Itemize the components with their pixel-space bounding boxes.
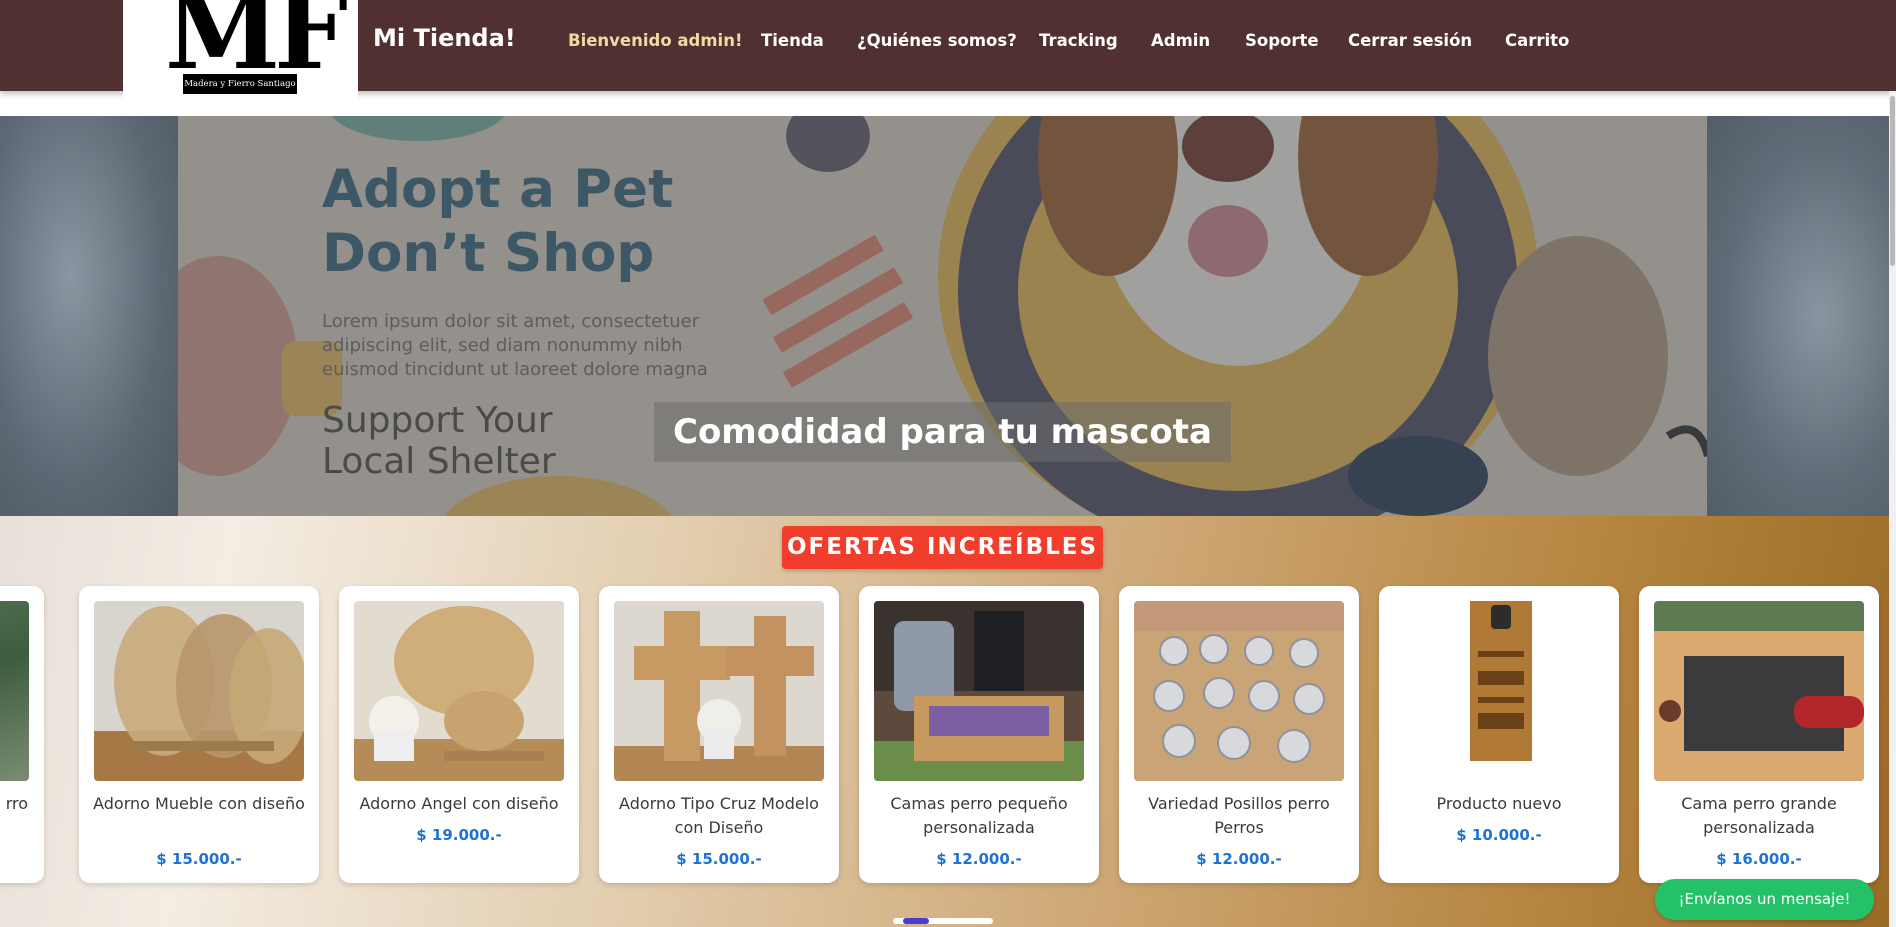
product-card[interactable]: Adorno Angel con diseño $ 19.000.- (339, 586, 579, 883)
product-card[interactable]: rro (0, 586, 44, 883)
product-name: Adorno Angel con diseño (359, 794, 559, 813)
product-name: Adorno Mueble con diseño (93, 794, 305, 813)
logo-letters: MF (165, 0, 348, 93)
product-image (354, 601, 564, 781)
product-image (1394, 601, 1604, 781)
product-photo-adorno-mueble (94, 601, 304, 781)
product-image (0, 601, 29, 781)
product-name: Camas perro pequeño personalizada (890, 794, 1068, 837)
nav-quienes-somos[interactable]: ¿Quiénes somos? (857, 31, 1017, 50)
product-name: rro (5, 794, 28, 813)
nav-welcome-admin[interactable]: Bienvenido admin! (568, 31, 742, 50)
product-card[interactable]: Camas perro pequeño personalizada $ 12.0… (859, 586, 1099, 883)
product-name: Producto nuevo (1436, 794, 1562, 813)
nav-admin[interactable]: Admin (1151, 31, 1210, 50)
banner-subheading: Support Your Local Shelter (322, 400, 556, 482)
product-image (874, 601, 1084, 781)
product-price: $ 12.000.- (936, 850, 1022, 868)
nav-carrito[interactable]: Carrito (1505, 31, 1569, 50)
product-image (94, 601, 304, 781)
nav-cerrar-sesion[interactable]: Cerrar sesión (1348, 31, 1472, 50)
product-price: $ 19.000.- (416, 826, 502, 844)
store-brand[interactable]: Mi Tienda! (373, 24, 516, 52)
product-image (614, 601, 824, 781)
product-price: $ 12.000.- (1196, 850, 1282, 868)
product-name: Variedad Posillos perro Perros (1148, 794, 1330, 837)
product-price: $ 15.000.- (156, 850, 242, 868)
nav-tracking[interactable]: Tracking (1039, 31, 1118, 50)
store-logo[interactable]: MF Madera y Fierro Santiago (123, 0, 358, 113)
product-card[interactable]: Cama perro grande personalizada $ 16.000… (1639, 586, 1879, 883)
chat-message-button[interactable]: ¡Envíanos un mensaje! (1655, 879, 1874, 920)
banner-body-text: Lorem ipsum dolor sit amet, consectetuer… (322, 311, 708, 380)
product-photo-adorno-angel (354, 601, 564, 781)
product-photo-producto-nuevo (1394, 601, 1604, 781)
product-photo-adorno-cruz (614, 601, 824, 781)
product-card[interactable]: Adorno Mueble con diseño $ 15.000.- (79, 586, 319, 883)
offers-title: OFERTAS INCREÍBLES (782, 526, 1103, 569)
product-price: $ 16.000.- (1716, 850, 1802, 868)
product-price: $ 15.000.- (676, 850, 762, 868)
product-photo-cama-perro-grande (1654, 601, 1864, 781)
logo-subtitle: Madera y Fierro Santiago (183, 74, 297, 94)
nav-tienda[interactable]: Tienda (761, 31, 824, 50)
product-photo-posillos-perro (1134, 601, 1344, 781)
offers-section: OFERTAS INCREÍBLES rro Adorno Mueble con… (0, 516, 1896, 927)
product-name: Adorno Tipo Cruz Modelo con Diseño (619, 794, 819, 837)
product-image (1654, 601, 1864, 781)
product-card[interactable]: Producto nuevo $ 10.000.- (1379, 586, 1619, 883)
product-card[interactable]: Variedad Posillos perro Perros $ 12.000.… (1119, 586, 1359, 883)
nav-soporte[interactable]: Soporte (1245, 31, 1319, 50)
product-card[interactable]: Adorno Tipo Cruz Modelo con Diseño $ 15.… (599, 586, 839, 883)
hero-blur-right (1707, 116, 1896, 516)
product-price: $ 10.000.- (1456, 826, 1542, 844)
product-image (1134, 601, 1344, 781)
product-photo-camas-perro-pequeno (874, 601, 1084, 781)
carousel-caption: Comodidad para tu mascota (654, 402, 1231, 462)
carousel-pagination-active[interactable] (903, 918, 929, 924)
page-scrollbar-thumb[interactable] (1890, 96, 1895, 266)
hero-blur-left (0, 116, 178, 516)
banner-heading: Adopt a Pet Don’t Shop (322, 159, 674, 284)
product-name: Cama perro grande personalizada (1681, 794, 1837, 837)
carousel-pagination[interactable] (893, 918, 993, 924)
hero-carousel[interactable]: Adopt a Pet Don’t Shop Lorem ipsum dolor… (0, 116, 1896, 516)
